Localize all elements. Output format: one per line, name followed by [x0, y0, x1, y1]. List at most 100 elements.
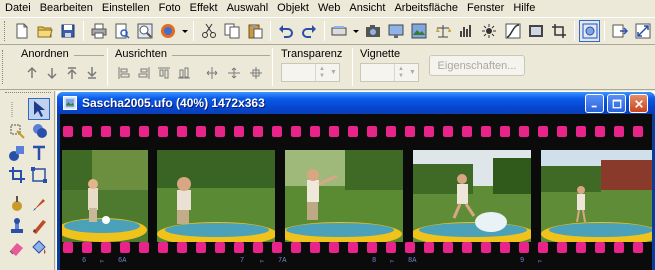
- copy-icon[interactable]: [221, 20, 242, 42]
- browser-dropdown-icon[interactable]: [181, 20, 189, 42]
- properties-button[interactable]: Eigenschaften...: [429, 55, 525, 76]
- pencil-icon[interactable]: [28, 215, 50, 237]
- palette-drag-handle-icon[interactable]: [7, 99, 29, 121]
- send-backward-icon[interactable]: [43, 64, 61, 82]
- align-bottom-icon[interactable]: [175, 64, 193, 82]
- scale-icon[interactable]: [432, 20, 453, 42]
- menu-hilfe[interactable]: Hilfe: [508, 0, 539, 17]
- document-titlebar[interactable]: Sascha2005.ufo (40%) 1472x363: [57, 92, 655, 114]
- propbar-separator: [352, 48, 353, 86]
- center-vertical-icon[interactable]: [225, 64, 243, 82]
- menu-fenster[interactable]: Fenster: [462, 0, 508, 17]
- menu-objekt[interactable]: Objekt: [272, 0, 313, 17]
- align-right-icon[interactable]: [135, 64, 153, 82]
- close-button[interactable]: [629, 94, 648, 113]
- sprocket-row-top: [60, 124, 652, 138]
- zoom-preview-icon[interactable]: [135, 20, 156, 42]
- resize-icon[interactable]: [633, 20, 654, 42]
- transform-icon[interactable]: [28, 164, 50, 186]
- menu-arbeitsflaeche[interactable]: Arbeitsfläche: [389, 0, 462, 17]
- screen-capture-icon[interactable]: [385, 20, 406, 42]
- cut-icon[interactable]: [198, 20, 219, 42]
- settings-icon[interactable]: [578, 20, 601, 42]
- fill-bucket-icon[interactable]: [28, 237, 50, 259]
- minimize-button[interactable]: [585, 94, 604, 113]
- open-folder-icon[interactable]: [34, 20, 55, 42]
- new-document-icon[interactable]: [11, 20, 32, 42]
- center-horizontal-icon[interactable]: [203, 64, 221, 82]
- crop-icon[interactable]: [549, 20, 570, 42]
- bring-to-front-icon[interactable]: [63, 64, 81, 82]
- sprocket-hole: [196, 126, 206, 137]
- propbar-grip[interactable]: [2, 50, 5, 84]
- select-arrow-icon[interactable]: [28, 98, 50, 120]
- film-frame: [62, 150, 148, 242]
- edge-mark: 7A: [278, 257, 287, 265]
- curve-icon[interactable]: [502, 20, 523, 42]
- film-frame: [541, 150, 652, 242]
- sprocket-hole: [139, 126, 149, 137]
- camera-icon[interactable]: [362, 20, 383, 42]
- scanner-dropdown-icon[interactable]: [352, 20, 360, 42]
- menu-auswahl[interactable]: Auswahl: [222, 0, 273, 17]
- clone-stamp-icon[interactable]: [6, 215, 28, 237]
- vignette-input[interactable]: [361, 64, 394, 81]
- toolbar-grip[interactable]: [4, 21, 7, 41]
- transparency-spinner[interactable]: ▲ ▼ ▼: [281, 63, 340, 82]
- paste-icon[interactable]: [245, 20, 266, 42]
- crop-tool-icon[interactable]: [6, 164, 28, 186]
- center-both-icon[interactable]: [247, 64, 265, 82]
- lasso-icon[interactable]: [28, 120, 50, 142]
- vignette-spinner[interactable]: ▲ ▼ ▼: [360, 63, 419, 82]
- sprocket-hole: [329, 126, 339, 137]
- sprocket-hole: [139, 242, 149, 253]
- filmstrip-canvas[interactable]: 6 ▻ 6A 7 ▻ 7A 8 ▻ 8A 9 ▻: [60, 114, 652, 270]
- image-info-icon[interactable]: [409, 20, 430, 42]
- align-top-icon[interactable]: [155, 64, 173, 82]
- retouch-icon[interactable]: [6, 193, 28, 215]
- bring-forward-icon[interactable]: [23, 64, 41, 82]
- sprocket-hole: [405, 126, 415, 137]
- toolbar-separator: [573, 21, 575, 41]
- text-tool-icon[interactable]: [28, 142, 50, 164]
- menu-foto[interactable]: Foto: [154, 0, 185, 17]
- histogram-icon[interactable]: [455, 20, 476, 42]
- send-to-back-icon[interactable]: [83, 64, 101, 82]
- vignette-dropdown-icon[interactable]: ▼: [407, 64, 418, 81]
- menu-einstellen[interactable]: Einstellen: [97, 0, 154, 17]
- frame-icon[interactable]: [525, 20, 546, 42]
- transparency-spin-arrows[interactable]: ▲ ▼: [315, 64, 328, 81]
- sprocket-hole: [215, 126, 225, 137]
- print-icon[interactable]: [88, 20, 109, 42]
- align-left-icon[interactable]: [115, 64, 133, 82]
- save-icon[interactable]: [58, 20, 79, 42]
- magic-wand-icon[interactable]: [6, 120, 28, 142]
- vignette-spin-arrows[interactable]: ▲ ▼: [394, 64, 407, 81]
- maximize-button[interactable]: [607, 94, 626, 113]
- sprocket-hole: [481, 126, 491, 137]
- redo-icon[interactable]: [298, 20, 319, 42]
- transparency-input[interactable]: [282, 64, 315, 81]
- transparency-dropdown-icon[interactable]: ▼: [328, 64, 339, 81]
- export-icon[interactable]: [609, 20, 630, 42]
- menu-effekt[interactable]: Effekt: [185, 0, 222, 17]
- shape-icon[interactable]: [6, 142, 28, 164]
- effect-icon[interactable]: [479, 20, 500, 42]
- undo-icon[interactable]: [275, 20, 296, 42]
- document-icon[interactable]: [63, 96, 77, 110]
- sprocket-hole: [272, 242, 282, 253]
- menu-ansicht[interactable]: Ansicht: [344, 0, 389, 17]
- browser-icon[interactable]: [158, 20, 179, 42]
- menu-datei[interactable]: Datei: [0, 0, 35, 17]
- edge-mark: 9: [520, 257, 525, 265]
- scanner-icon[interactable]: [329, 20, 350, 42]
- menu-bearbeiten[interactable]: Bearbeiten: [35, 0, 97, 17]
- brush-icon[interactable]: [28, 193, 50, 215]
- eraser-icon[interactable]: [6, 237, 28, 259]
- group-line: [172, 55, 270, 56]
- sprocket-hole: [291, 126, 301, 137]
- palette-grip[interactable]: [5, 92, 51, 95]
- menu-web[interactable]: Web: [313, 0, 344, 17]
- edge-mark: ▻: [260, 258, 265, 266]
- print-preview-icon[interactable]: [111, 20, 132, 42]
